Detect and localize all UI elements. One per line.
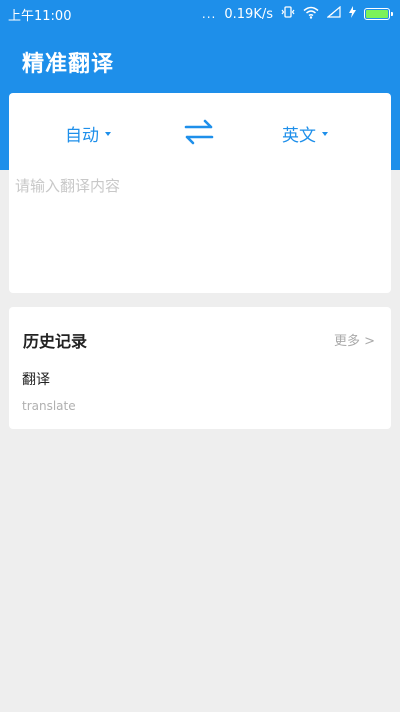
history-title: 历史记录 [23, 332, 88, 351]
chevron-down-icon [322, 132, 328, 136]
history-item-source: 翻译 [22, 372, 50, 388]
history-item-translation: translate [22, 399, 76, 413]
more-history-link[interactable]: 更多 > [334, 330, 375, 349]
chevron-down-icon [105, 132, 111, 136]
target-language-dropdown[interactable]: 英文 [282, 121, 328, 146]
wifi-icon [303, 6, 319, 23]
swap-icon [184, 119, 214, 145]
history-card: 历史记录 更多 > 翻译 translate [9, 307, 391, 429]
status-time: 上午11:00 [8, 8, 72, 24]
battery-icon [364, 8, 393, 20]
signal-icon [326, 5, 341, 22]
swap-languages-button[interactable] [183, 119, 215, 149]
notification-dots: ... [201, 7, 217, 21]
vibrate-icon [281, 5, 295, 23]
history-item[interactable]: 翻译 translate [22, 369, 372, 413]
status-bar: 上午11:00 ... 0.19K/s [0, 0, 400, 28]
network-speed: 0.19K/s [224, 6, 273, 22]
source-language-dropdown[interactable]: 自动 [65, 121, 111, 146]
translate-card: 自动 英文 [9, 93, 391, 293]
language-selector-row: 自动 英文 [9, 113, 391, 153]
translation-input[interactable] [15, 175, 385, 285]
charging-icon [349, 6, 356, 22]
battery-level-fill [366, 10, 388, 18]
app-title: 精准翻译 [22, 52, 115, 77]
source-language-label: 自动 [65, 126, 99, 146]
target-language-label: 英文 [282, 126, 316, 146]
